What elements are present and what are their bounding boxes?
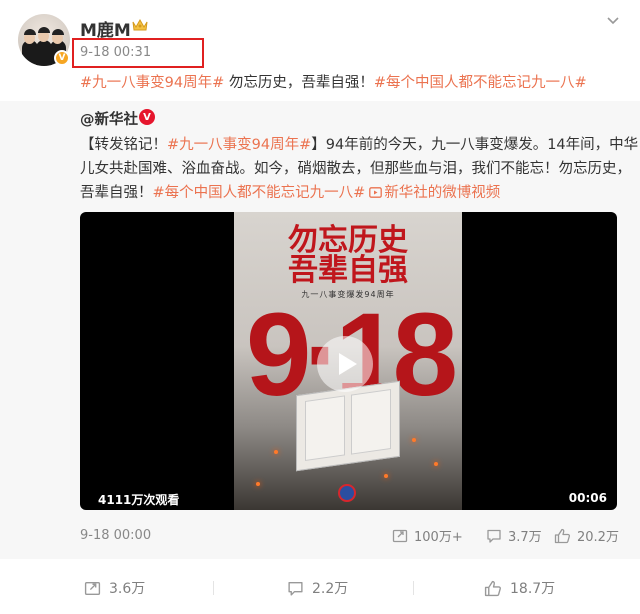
hashtag-link[interactable]: #九一八事变94周年#	[80, 75, 224, 91]
video-link[interactable]: 新华社的微博视频	[365, 185, 500, 201]
post-text: 勿忘历史，吾辈自强！	[224, 75, 374, 91]
comment-count: 3.7万	[508, 530, 542, 545]
xinhua-emblem	[338, 484, 356, 502]
comment-icon	[288, 581, 303, 596]
hashtag-link[interactable]: #每个中国人都不能忘记九一八#	[374, 75, 587, 91]
hashtag-link[interactable]: #每个中国人都不能忘记九一八#	[153, 185, 366, 201]
like-count: 20.2万	[577, 530, 619, 545]
repost-text: 【转发铭记！#九一八事变94周年#】94年前的今天，九一八事变爆发。14年间，中…	[80, 133, 638, 205]
repost-icon	[392, 529, 408, 542]
comment-icon	[487, 529, 501, 543]
post-content: #九一八事变94周年# 勿忘历史，吾辈自强！#每个中国人都不能忘记九一八#	[80, 72, 620, 94]
view-count: 4111万次观看	[98, 493, 180, 507]
repost-icon	[84, 581, 101, 595]
crown-icon	[132, 18, 148, 31]
video-player[interactable]: 勿忘历史 吾辈自强 九一八事变爆发94周年 9·18 4111万次观看 00:0…	[80, 212, 617, 510]
video-link-label: 新华社的微博视频	[384, 185, 501, 201]
video-link-icon	[369, 187, 383, 198]
like-count: 18.7万	[510, 581, 556, 597]
video-duration: 00:06	[568, 491, 607, 505]
divider	[213, 581, 214, 595]
repost-author[interactable]: @新华社	[80, 108, 138, 129]
text-segment: 吾辈自强！	[80, 185, 153, 201]
repost-comment-button[interactable]: 3.7万	[486, 526, 542, 545]
repost-like-button[interactable]: 20.2万	[554, 526, 619, 545]
repost-timestamp[interactable]: 9-18 00:00	[80, 528, 151, 543]
action-bar: 3.6万 2.2万 18.7万	[0, 559, 640, 614]
repost-count: 100万+	[414, 530, 463, 545]
text-segment: 】94年前的今天，九一八事变爆发。14年间，中华	[311, 137, 639, 153]
timestamp-highlight-box	[72, 38, 204, 68]
comment-count: 2.2万	[312, 581, 349, 597]
text-segment: 【转发铭记！	[80, 137, 167, 153]
like-button[interactable]: 18.7万	[484, 578, 555, 598]
repost-text-line: 吾辈自强！#每个中国人都不能忘记九一八# 新华社的微博视频	[80, 181, 620, 205]
like-icon	[554, 528, 571, 543]
reposted-content: @新华社 V 【转发铭记！#九一八事变94周年#】94年前的今天，九一八事变爆发…	[0, 101, 640, 559]
repost-repost-button[interactable]: 100万+	[392, 526, 463, 545]
repost-text-line: 儿女共赴国难、浴血奋战。如今，硝烟散去，但那些血与泪，我们不能忘！勿忘历史，	[80, 161, 631, 177]
poster-title-line: 吾辈自强	[288, 253, 408, 288]
hashtag-link[interactable]: #九一八事变94周年#	[167, 137, 311, 153]
poster-title-line: 勿忘历史	[288, 223, 408, 258]
verified-badge-icon: V	[139, 109, 155, 125]
verified-badge-icon: V	[54, 50, 70, 66]
weibo-post: V M鹿M 9-18 00:31 #九一八事变94周年# 勿忘历史，吾辈自强！#…	[0, 0, 640, 614]
like-icon	[484, 580, 501, 596]
calendar-illustration	[296, 380, 400, 472]
chevron-down-icon[interactable]	[606, 16, 620, 26]
repost-count: 3.6万	[109, 581, 146, 597]
repost-button[interactable]: 3.6万	[84, 578, 145, 598]
divider	[413, 581, 414, 595]
repost-text-line: 【转发铭记！#九一八事变94周年#】94年前的今天，九一八事变爆发。14年间，中…	[80, 133, 638, 157]
comment-button[interactable]: 2.2万	[287, 578, 348, 598]
play-icon[interactable]	[317, 336, 373, 392]
